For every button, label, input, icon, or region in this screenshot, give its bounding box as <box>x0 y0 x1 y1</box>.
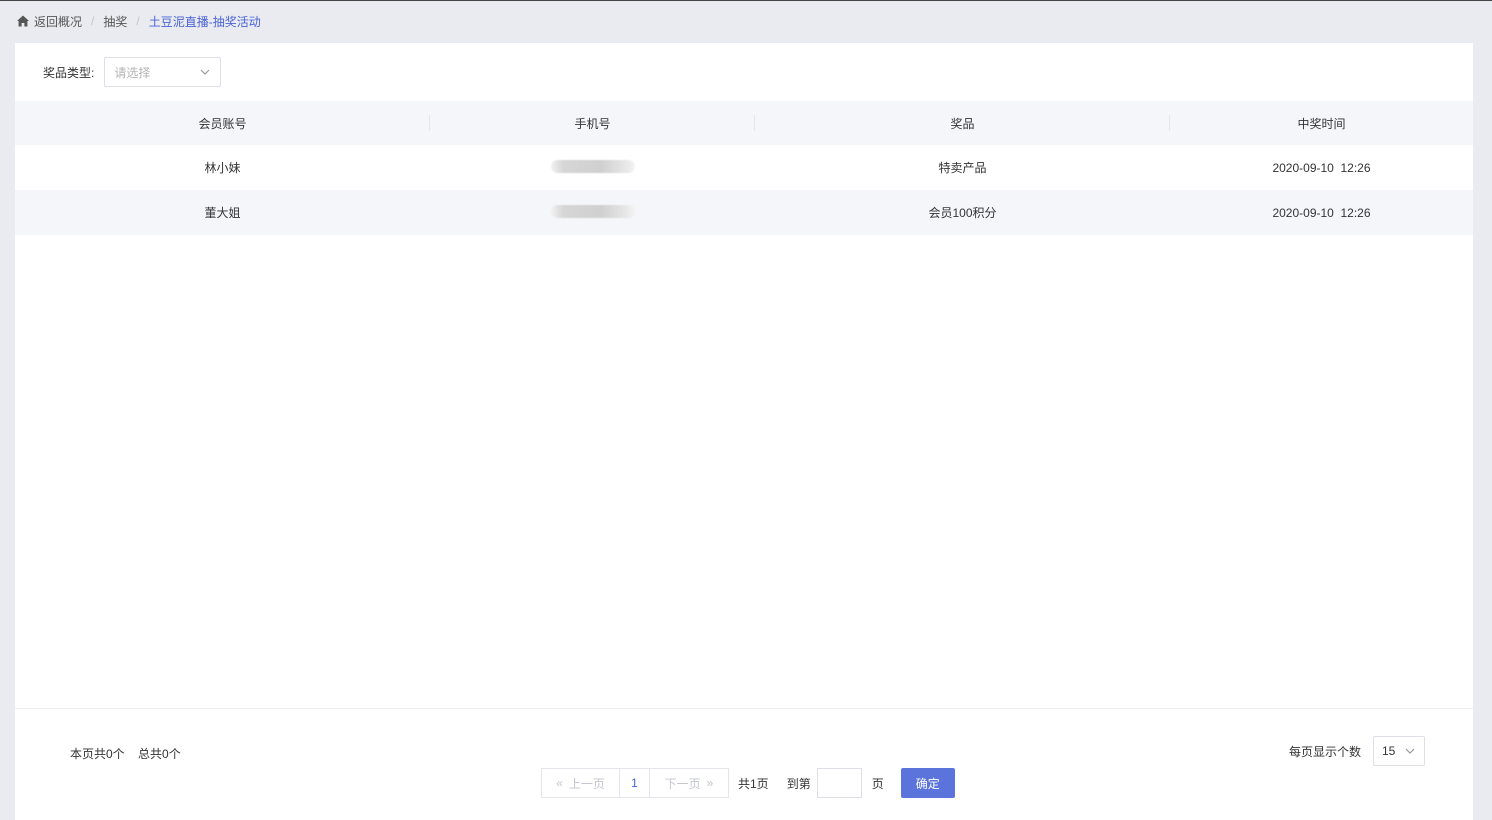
column-header-time: 中奖时间 <box>1297 116 1346 131</box>
table-row: 林小妹 特卖产品 2020-09-10 12:26 <box>15 145 1473 190</box>
per-page-value: 15 <box>1382 744 1396 758</box>
double-chevron-right-icon: » <box>706 776 714 790</box>
prize-type-filter: 奖品类型: 请选择 <box>43 57 222 87</box>
cell-phone <box>430 190 755 235</box>
record-summary: 本页共0个 总共0个 <box>70 745 181 762</box>
page-count-text: 本页共0个 <box>70 747 125 761</box>
winners-table: 会员账号 手机号 奖品 中奖时间 林小妹 特卖产品 2020-09-10 12:… <box>15 101 1473 235</box>
prev-page-label: 上一页 <box>568 776 605 791</box>
table-header-row: 会员账号 手机号 奖品 中奖时间 <box>15 101 1473 145</box>
breadcrumb-back-link[interactable]: 返回概况 <box>34 13 82 30</box>
chevron-down-icon <box>1404 745 1416 757</box>
prize-type-select[interactable]: 请选择 <box>104 57 222 87</box>
content-panel: 奖品类型: 请选择 会员账号 手机号 奖品 中奖时间 林小妹 特卖产品 2020… <box>15 43 1473 820</box>
next-page-button[interactable]: 下一页 » <box>650 768 729 798</box>
next-page-label: 下一页 <box>664 776 701 791</box>
chevron-down-icon <box>199 66 211 78</box>
goto-label: 到第 <box>786 776 811 791</box>
breadcrumb-section-link[interactable]: 抽奖 <box>103 13 127 30</box>
breadcrumb-separator: / <box>136 14 140 28</box>
prize-type-placeholder: 请选择 <box>114 65 151 80</box>
masked-phone <box>550 204 635 218</box>
cell-prize: 会员100积分 <box>928 206 997 220</box>
column-header-phone: 手机号 <box>430 101 755 145</box>
pagination: « 上一页 1 下一页 » 共1页 到第 页 确定 <box>541 768 955 798</box>
column-header-account: 会员账号 <box>15 101 430 145</box>
per-page-select[interactable]: 15 <box>1373 736 1425 766</box>
per-page-label: 每页显示个数 <box>1288 744 1361 759</box>
double-chevron-left-icon: « <box>556 776 563 790</box>
cell-account: 董大姐 <box>204 206 241 220</box>
page-unit-label: 页 <box>871 776 884 791</box>
table-row: 董大姐 会员100积分 2020-09-10 12:26 <box>15 190 1473 235</box>
prev-page-button[interactable]: « 上一页 <box>541 768 620 798</box>
total-pages-text: 共1页 <box>738 776 769 791</box>
page-number-button[interactable]: 1 <box>620 768 650 798</box>
column-header-prize: 奖品 <box>755 101 1170 145</box>
cell-time: 2020-09-10 12:26 <box>1272 160 1371 175</box>
breadcrumb-current: 土豆泥直播-抽奖活动 <box>148 14 261 29</box>
cell-phone <box>430 145 755 190</box>
home-icon[interactable] <box>16 14 30 28</box>
confirm-button[interactable]: 确定 <box>900 768 955 798</box>
total-count-text: 总共0个 <box>138 747 181 761</box>
cell-time: 2020-09-10 12:26 <box>1272 205 1371 220</box>
cell-prize: 特卖产品 <box>938 161 987 175</box>
window-top-border <box>0 0 1492 1</box>
breadcrumb: 返回概况 / 抽奖 / 土豆泥直播-抽奖活动 <box>16 12 261 30</box>
breadcrumb-separator: / <box>91 14 95 28</box>
masked-phone <box>550 159 635 173</box>
footer-divider <box>15 708 1473 709</box>
cell-account: 林小妹 <box>204 161 241 175</box>
goto-page-input[interactable] <box>816 768 862 798</box>
per-page-control: 每页显示个数 15 <box>1289 736 1425 766</box>
prize-type-label: 奖品类型: <box>43 65 95 80</box>
